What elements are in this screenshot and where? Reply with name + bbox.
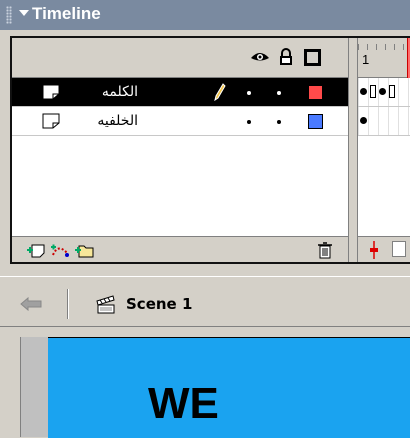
layer-icon [42,84,60,100]
keyframe[interactable] [379,88,386,95]
lock-dot[interactable] [277,120,281,124]
separator [67,289,69,319]
timeline-title: Timeline [32,4,101,23]
frames-pane: 1 [358,38,410,262]
panel-grip-icon[interactable] [6,6,12,24]
lock-icon[interactable] [278,48,294,66]
lock-dot[interactable] [277,91,281,95]
stage-text[interactable]: WE [148,382,219,426]
insert-layer-icon[interactable] [26,241,46,259]
frame-end-marker [389,85,395,98]
pane-divider[interactable] [348,38,358,262]
frames-footer [358,236,410,262]
keyframe[interactable] [360,117,367,124]
visibility-dot[interactable] [247,91,251,95]
keyframe[interactable] [360,88,367,95]
stage-area: WE [0,326,410,438]
frame-row[interactable] [358,78,410,107]
scene-icon[interactable] [95,293,117,315]
frame-end-marker [370,85,376,98]
edit-bar: Scene 1 [0,276,410,327]
layers-footer [12,236,348,262]
layer-name[interactable]: الكلمه [102,84,138,100]
timeline-panel-header[interactable]: Timeline [0,0,410,30]
layers-header [12,38,348,78]
timeline-panel: الكلمه الخلفيه 1 [10,36,410,264]
outline-icon[interactable] [304,49,321,66]
stage-canvas[interactable] [48,337,410,438]
center-frame-icon[interactable] [368,241,380,259]
eye-icon[interactable] [250,50,270,64]
layer-row[interactable]: الكلمه [12,78,348,107]
insert-folder-icon[interactable] [74,241,94,259]
onion-skin-icon[interactable] [392,241,406,257]
ruler-ticks [358,44,410,50]
visibility-dot[interactable] [247,120,251,124]
pasteboard [20,337,49,437]
pencil-icon [214,83,226,101]
back-arrow-icon[interactable] [20,297,42,311]
layer-icon [42,113,60,129]
frame-number: 1 [362,52,370,67]
layer-row[interactable]: الخلفيه [12,107,348,136]
add-motion-guide-icon[interactable] [50,241,70,259]
layer-color-swatch[interactable] [308,114,323,129]
layers-pane: الكلمه الخلفيه [12,38,348,262]
frame-row[interactable] [358,107,410,136]
scene-label[interactable]: Scene 1 [126,295,192,313]
trash-icon[interactable] [315,241,335,259]
frame-ruler[interactable]: 1 [358,38,410,78]
layer-name[interactable]: الخلفيه [97,113,138,129]
collapse-arrow-icon[interactable] [19,10,29,16]
layer-color-swatch[interactable] [308,85,323,100]
